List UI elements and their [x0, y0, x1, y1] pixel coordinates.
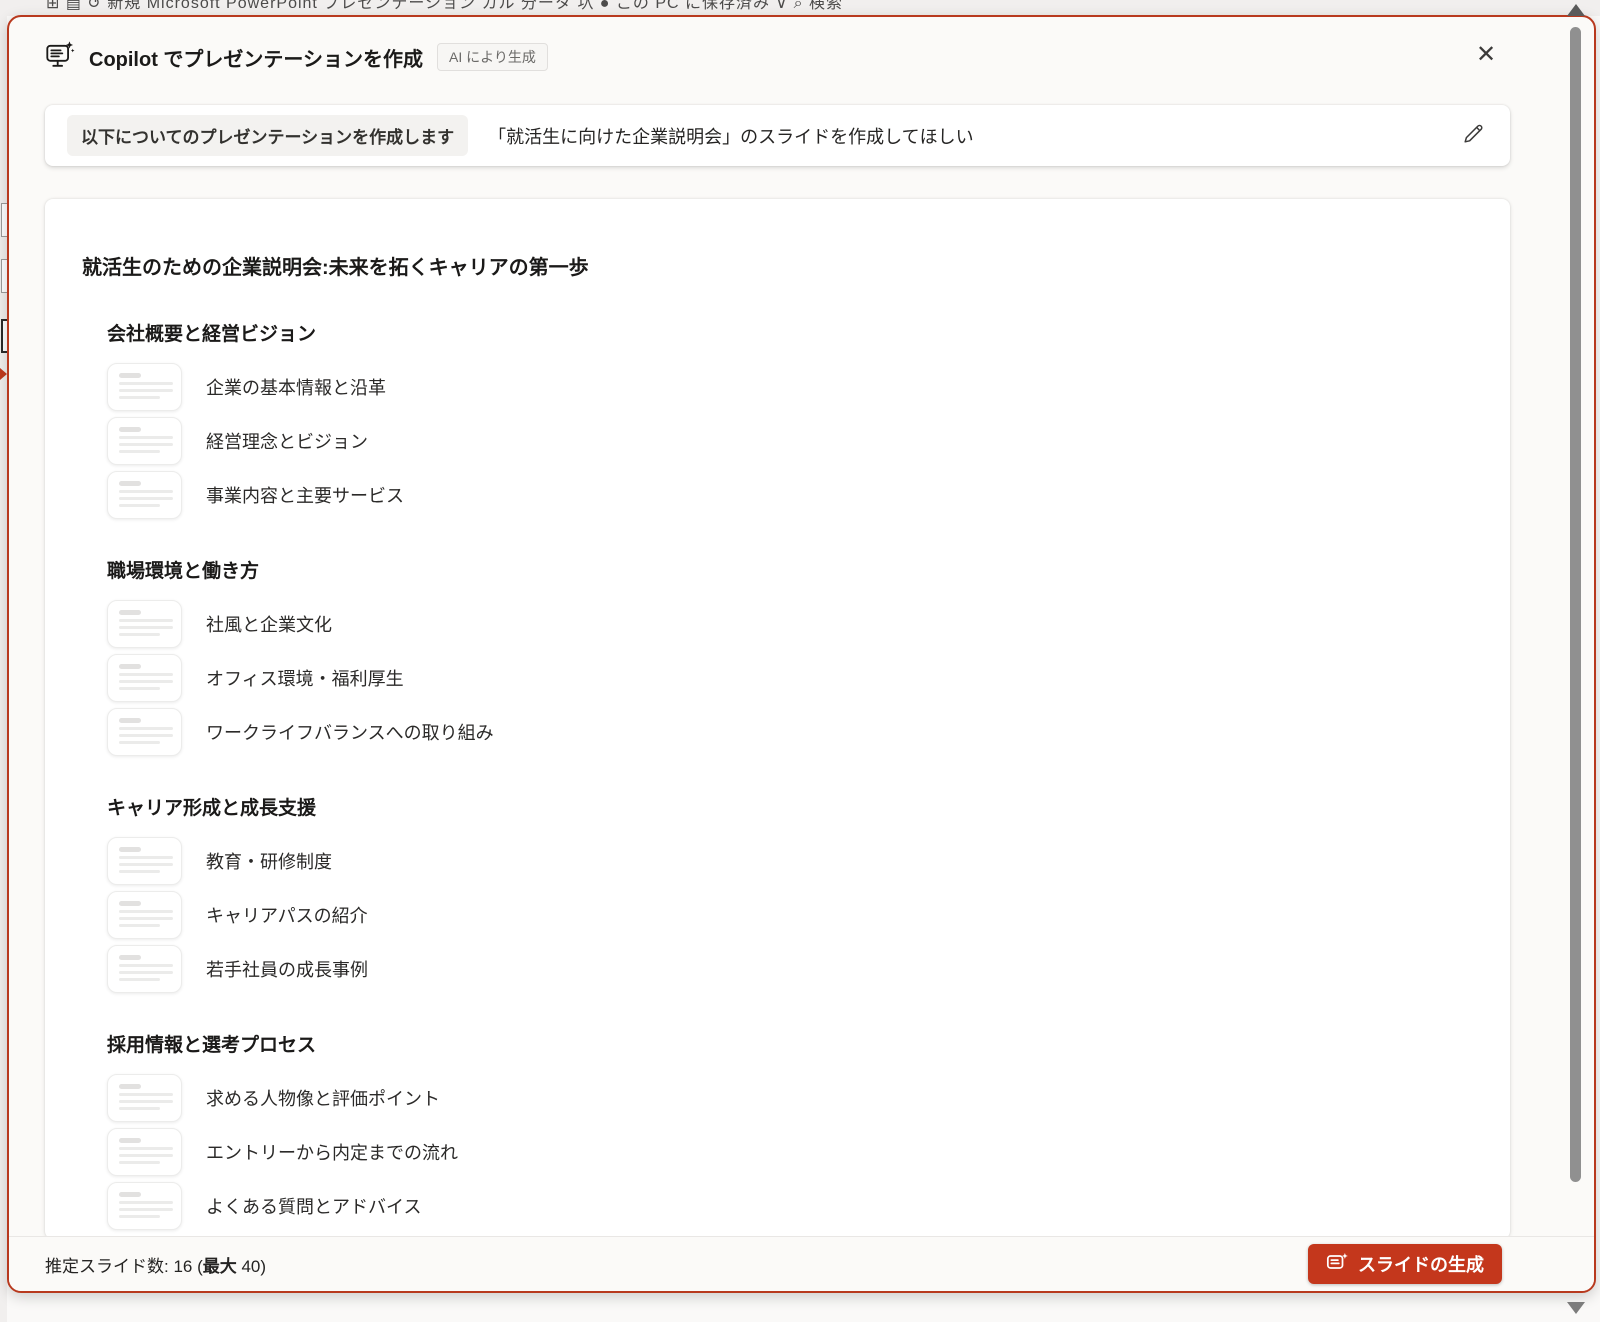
dialog-footer: 推定スライド数: 16 (最大 40) スライドの生成: [9, 1236, 1594, 1291]
outline-section: 会社概要と経営ビジョン 企業の基本情報と沿革 経営理念とビジョン 事業内容と主要…: [107, 323, 1470, 519]
background-titlebar: ⊞ ▤ ↺ 新規 Microsoft PowerPoint プレゼンテーション …: [0, 0, 1600, 16]
slide-thumbnail: [107, 891, 182, 939]
slide-thumbnail: [107, 708, 182, 756]
slide-title: オフィス環境・福利厚生: [206, 669, 404, 689]
slide-title: 社風と企業文化: [206, 615, 332, 635]
outline-section: 職場環境と働き方 社風と企業文化 オフィス環境・福利厚生 ワークライフバランスへ…: [107, 560, 1470, 756]
slide-row[interactable]: オフィス環境・福利厚生: [107, 654, 1470, 702]
section-heading: 採用情報と選考プロセス: [107, 1035, 317, 1056]
section-heading: キャリア形成と成長支援: [107, 798, 317, 819]
slide-thumbnail: [107, 1074, 182, 1122]
background-titlebar-text: ⊞ ▤ ↺ 新規 Microsoft PowerPoint プレゼンテーション …: [46, 0, 844, 12]
slide-row[interactable]: エントリーから内定までの流れ: [107, 1128, 1470, 1176]
slide-title: 教育・研修制度: [206, 852, 332, 872]
slide-thumbnail: [107, 654, 182, 702]
prompt-bar: 以下についてのプレゼンテーションを作成します 「就活生に向けた企業説明会」のスラ…: [45, 105, 1510, 166]
edit-prompt-button[interactable]: [1458, 121, 1488, 151]
close-icon[interactable]: ✕: [1472, 41, 1500, 69]
section-heading: 職場環境と働き方: [107, 561, 260, 582]
slide-title: 経営理念とビジョン: [206, 432, 368, 452]
slide-thumbnail: [107, 837, 182, 885]
slide-thumbnail: [107, 600, 182, 648]
dialog-title: Copilot でプレゼンテーションを作成: [89, 48, 424, 71]
dialog-header: Copilot でプレゼンテーションを作成 AI により生成: [45, 35, 548, 79]
slide-title: キャリアパスの紹介: [206, 906, 368, 926]
slide-thumbnail: [107, 363, 182, 411]
scrollbar-down-icon[interactable]: [1567, 1302, 1585, 1314]
slide-thumbnail: [107, 417, 182, 465]
slide-thumbnail: [107, 471, 182, 519]
scrollbar-up-icon[interactable]: [1567, 4, 1585, 16]
generate-slides-label: スライドの生成: [1358, 1255, 1484, 1275]
slide-title: 事業内容と主要サービス: [206, 486, 404, 506]
slide-row[interactable]: 教育・研修制度: [107, 837, 1470, 885]
slide-row[interactable]: 事業内容と主要サービス: [107, 471, 1470, 519]
slide-title: 求める人物像と評価ポイント: [206, 1089, 440, 1109]
outline-panel: 就活生のための企業説明会:未来を拓くキャリアの第一歩 会社概要と経営ビジョン 企…: [45, 199, 1510, 1239]
background-slide-caret: [0, 368, 7, 380]
copilot-presentation-icon: [45, 40, 75, 75]
slide-title: 企業の基本情報と沿革: [206, 378, 386, 398]
outline-section: キャリア形成と成長支援 教育・研修制度 キャリアパスの紹介 若手社員の成長事例: [107, 797, 1470, 993]
outline-section: 採用情報と選考プロセス 求める人物像と評価ポイント エントリーから内定までの流れ…: [107, 1034, 1470, 1230]
slide-count-estimate: 推定スライド数: 16 (最大 40): [45, 1256, 267, 1276]
slide-title: エントリーから内定までの流れ: [206, 1143, 458, 1163]
prompt-type-pill: 以下についてのプレゼンテーションを作成します: [67, 115, 469, 156]
slide-row[interactable]: 求める人物像と評価ポイント: [107, 1074, 1470, 1122]
slide-row[interactable]: 社風と企業文化: [107, 600, 1470, 648]
section-heading: 会社概要と経営ビジョン: [107, 324, 317, 345]
background-slide-panel: [0, 16, 15, 1322]
slide-title: よくある質問とアドバイス: [206, 1197, 422, 1217]
slide-row[interactable]: キャリアパスの紹介: [107, 891, 1470, 939]
pencil-icon: [1461, 122, 1485, 149]
slide-title: 若手社員の成長事例: [206, 960, 368, 980]
copilot-create-presentation-dialog: Copilot でプレゼンテーションを作成 AI により生成 ✕ 以下についての…: [7, 15, 1596, 1293]
ai-generated-badge: AI により生成: [437, 42, 548, 72]
generate-slides-button[interactable]: スライドの生成: [1308, 1244, 1502, 1284]
slide-thumbnail: [107, 1182, 182, 1230]
slide-thumbnail: [107, 945, 182, 993]
slide-thumbnail: [107, 1128, 182, 1176]
slide-row[interactable]: ワークライフバランスへの取り組み: [107, 708, 1470, 756]
slide-row[interactable]: 企業の基本情報と沿革: [107, 363, 1470, 411]
prompt-text: 「就活生に向けた企業説明会」のスライドを作成してほしい: [488, 126, 974, 147]
scrollbar-thumb[interactable]: [1570, 27, 1581, 1182]
scrollbar[interactable]: [1563, 0, 1589, 1322]
slide-row[interactable]: 経営理念とビジョン: [107, 417, 1470, 465]
slide-title: ワークライフバランスへの取り組み: [206, 723, 494, 743]
slides-sparkle-icon: [1326, 1251, 1348, 1278]
slide-row[interactable]: 若手社員の成長事例: [107, 945, 1470, 993]
slide-row[interactable]: よくある質問とアドバイス: [107, 1182, 1470, 1230]
presentation-title: 就活生のための企業説明会:未来を拓くキャリアの第一歩: [82, 257, 589, 279]
